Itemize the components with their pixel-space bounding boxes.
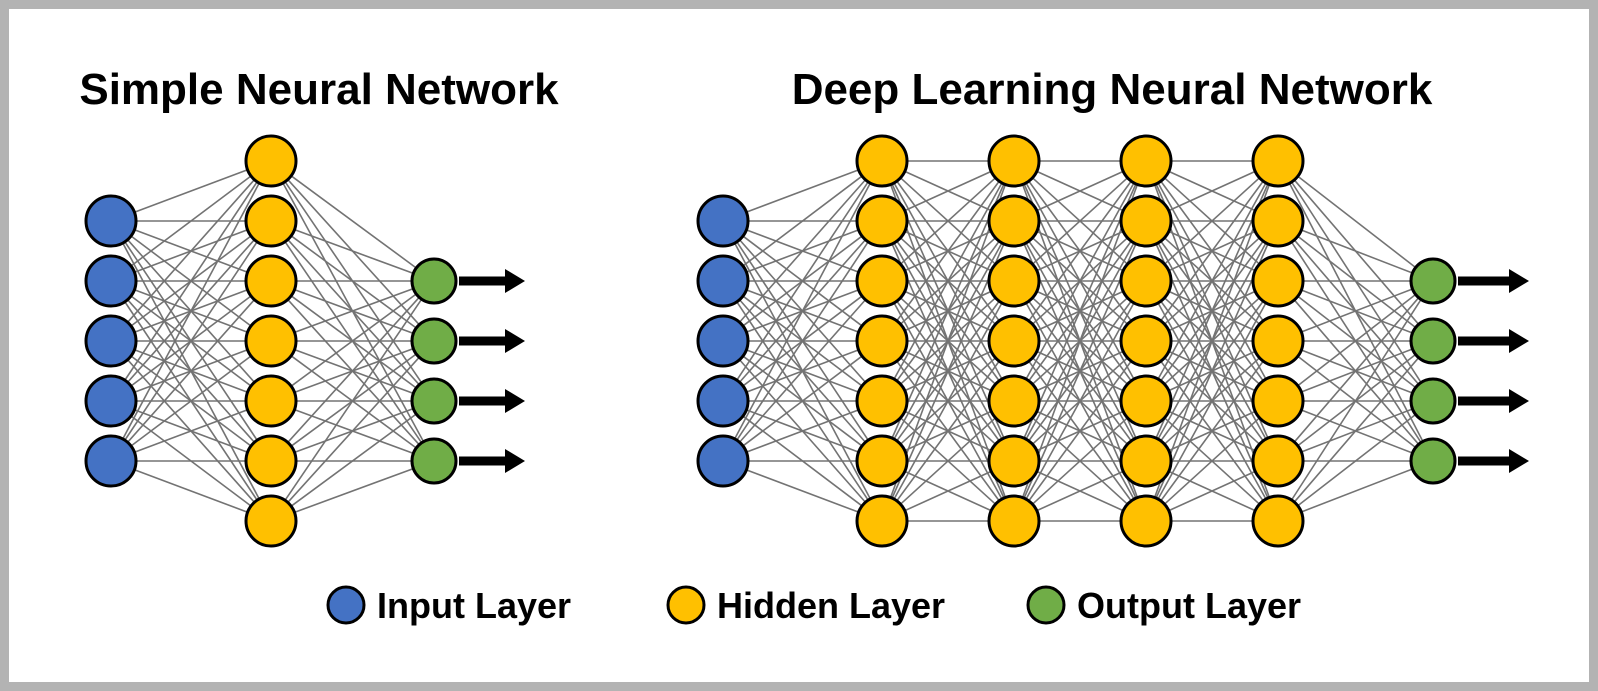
- node-deep-hidden4-7: [1251, 494, 1305, 548]
- node-deep-hidden1-2: [855, 194, 909, 248]
- neural-network-diagram: Simple Neural Network Deep Learning Neura…: [79, 65, 1529, 626]
- node-deep-hidden2-4: [987, 314, 1041, 368]
- node-simple-input-2: [84, 254, 138, 308]
- network-titles-group: Simple Neural Network Deep Learning Neura…: [79, 65, 1432, 114]
- node-simple-input-3: [84, 314, 138, 368]
- output-arrow-head: [505, 329, 525, 353]
- node-deep-output-4: [1409, 437, 1457, 485]
- output-arrow-head: [505, 449, 525, 473]
- node-simple-input-1: [84, 194, 138, 248]
- node-simple-hidden1-1: [244, 134, 298, 188]
- node-deep-hidden3-2: [1119, 194, 1173, 248]
- node-deep-hidden2-3: [987, 254, 1041, 308]
- node-simple-input-4: [84, 374, 138, 428]
- connection-edge: [287, 296, 420, 444]
- node-simple-hidden1-6: [244, 434, 298, 488]
- connection-edge: [287, 356, 420, 504]
- node-deep-hidden4-2: [1251, 194, 1305, 248]
- node-simple-output-3: [410, 377, 458, 425]
- connection-edge: [738, 179, 867, 323]
- node-simple-output-4: [410, 437, 458, 485]
- legend-group: Input Layer Hidden Layer Output Layer: [326, 585, 1301, 626]
- output-arrow-head: [505, 269, 525, 293]
- node-deep-hidden1-7: [855, 494, 909, 548]
- node-deep-input-2: [696, 254, 750, 308]
- connection-edge: [1293, 297, 1420, 443]
- connection-edges-group: [122, 160, 1424, 522]
- node-deep-hidden1-6: [855, 434, 909, 488]
- node-simple-hidden1-2: [244, 194, 298, 248]
- node-deep-input-5: [696, 434, 750, 488]
- output-arrow-head: [1509, 389, 1529, 413]
- node-deep-hidden4-5: [1251, 374, 1305, 428]
- node-simple-hidden1-4: [244, 314, 298, 368]
- connection-edge: [127, 179, 255, 323]
- node-deep-hidden3-7: [1119, 494, 1173, 548]
- connection-edge: [290, 175, 417, 269]
- legend-label-input: Input Layer: [377, 585, 571, 626]
- legend-swatch-hidden: [666, 585, 706, 625]
- node-deep-hidden1-5: [855, 374, 909, 428]
- node-simple-hidden1-7: [244, 494, 298, 548]
- output-arrow-head: [505, 389, 525, 413]
- node-deep-input-1: [696, 194, 750, 248]
- node-deep-hidden4-4: [1251, 314, 1305, 368]
- node-deep-hidden4-3: [1251, 254, 1305, 308]
- legend-label-hidden: Hidden Layer: [717, 585, 945, 626]
- node-deep-hidden2-2: [987, 194, 1041, 248]
- node-simple-output-1: [410, 257, 458, 305]
- node-deep-hidden3-4: [1119, 314, 1173, 368]
- legend-label-output: Output Layer: [1077, 585, 1301, 626]
- node-deep-input-3: [696, 314, 750, 368]
- output-arrow-head: [1509, 449, 1529, 473]
- node-deep-hidden2-5: [987, 374, 1041, 428]
- legend-swatch-input: [326, 585, 366, 625]
- node-deep-input-4: [696, 374, 750, 428]
- node-deep-hidden4-6: [1251, 434, 1305, 488]
- connection-edge: [1297, 175, 1417, 269]
- connection-edge: [1293, 357, 1420, 503]
- node-deep-hidden3-6: [1119, 434, 1173, 488]
- node-deep-hidden2-1: [987, 134, 1041, 188]
- output-arrow-head: [1509, 269, 1529, 293]
- node-simple-input-5: [84, 434, 138, 488]
- node-deep-output-3: [1409, 377, 1457, 425]
- node-simple-hidden1-3: [244, 254, 298, 308]
- output-arrow-head: [1509, 329, 1529, 353]
- node-deep-hidden2-7: [987, 494, 1041, 548]
- diagram-canvas: Simple Neural Network Deep Learning Neura…: [9, 9, 1589, 682]
- node-deep-hidden1-1: [855, 134, 909, 188]
- legend-swatch-output: [1026, 585, 1066, 625]
- network-title-deep: Deep Learning Neural Network: [792, 65, 1433, 114]
- node-deep-output-2: [1409, 317, 1457, 365]
- node-deep-hidden1-3: [855, 254, 909, 308]
- node-deep-hidden1-4: [855, 314, 909, 368]
- node-deep-hidden3-1: [1119, 134, 1173, 188]
- node-deep-hidden4-1: [1251, 134, 1305, 188]
- connection-edge: [290, 295, 417, 389]
- node-deep-hidden3-3: [1119, 254, 1173, 308]
- node-deep-output-1: [1409, 257, 1457, 305]
- node-simple-hidden1-5: [244, 374, 298, 428]
- connection-edge: [1297, 413, 1417, 507]
- node-deep-hidden3-5: [1119, 374, 1173, 428]
- node-deep-hidden2-6: [987, 434, 1041, 488]
- network-title-simple: Simple Neural Network: [79, 65, 559, 114]
- node-simple-output-2: [410, 317, 458, 365]
- connection-edge: [290, 413, 417, 507]
